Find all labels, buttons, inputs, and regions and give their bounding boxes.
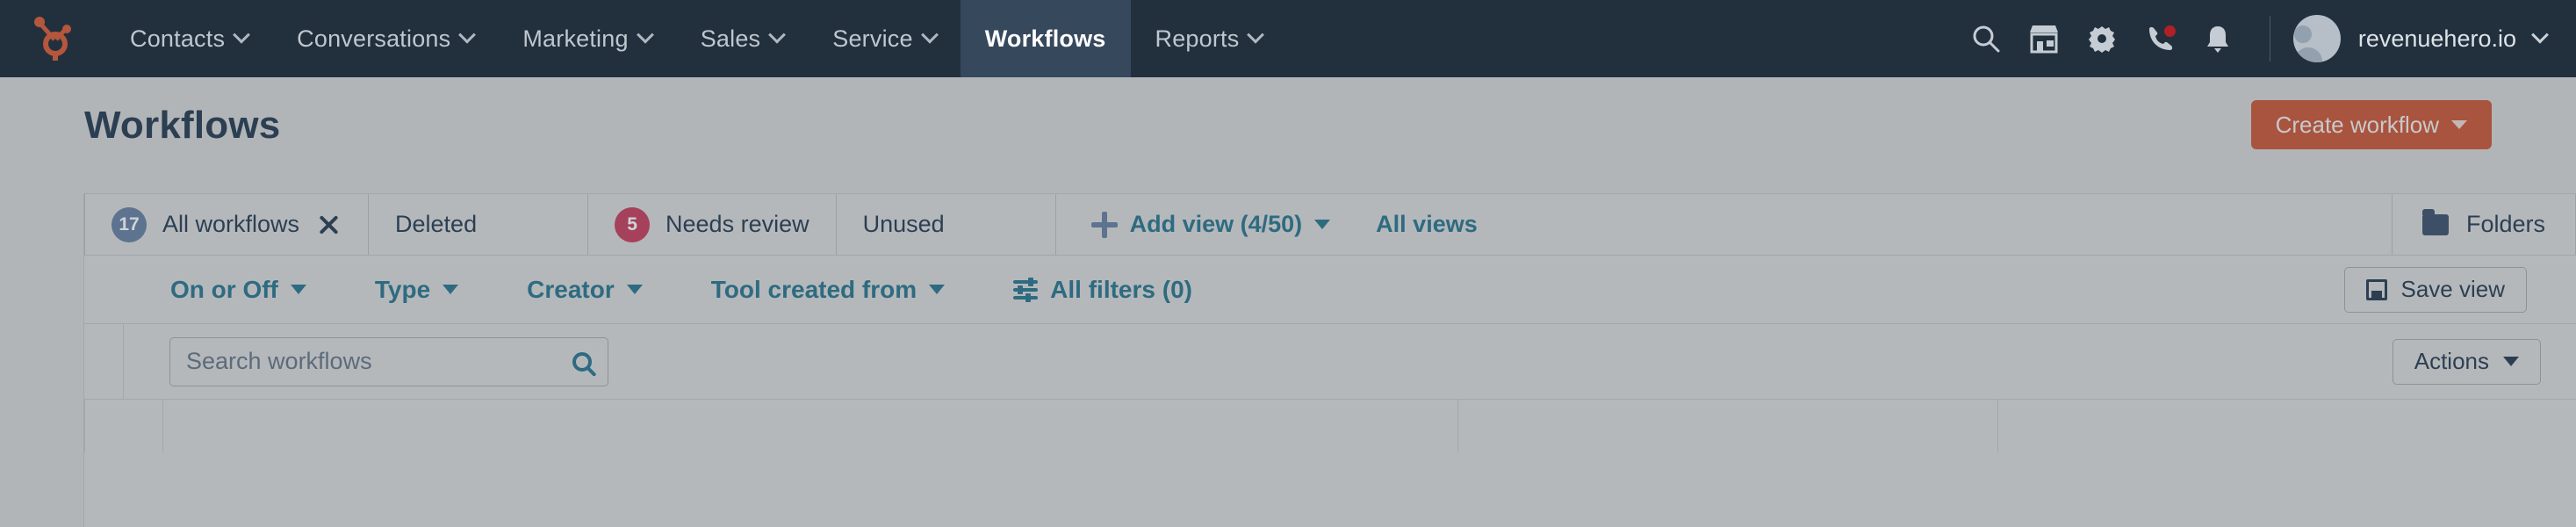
nav-item-contacts[interactable]: Contacts xyxy=(105,0,272,77)
view-tabs: 17 All workflows Deleted 5 Needs review … xyxy=(84,194,1056,255)
row-select-rail xyxy=(84,324,124,399)
marketplace-icon[interactable] xyxy=(2015,0,2073,77)
workflows-panel: 17 All workflows Deleted 5 Needs review … xyxy=(83,193,2576,527)
create-workflow-button[interactable]: Create workflow xyxy=(2250,100,2492,149)
hubspot-logo[interactable] xyxy=(0,0,105,77)
page-header: Workflows Create workflow xyxy=(0,77,2576,174)
tab-label: Needs review xyxy=(666,211,809,237)
all-filters-label: All filters (0) xyxy=(1050,275,1192,303)
search-input[interactable] xyxy=(186,348,572,375)
phone-notification-badge xyxy=(2162,24,2177,39)
chevron-down-icon xyxy=(768,25,787,44)
nav-item-service[interactable]: Service xyxy=(808,0,960,77)
actions-label: Actions xyxy=(2414,348,2489,374)
nav-utility-icons: revenuehero.io xyxy=(1957,0,2576,77)
caret-down-icon xyxy=(1314,220,1331,229)
phone-icon[interactable] xyxy=(2131,0,2189,77)
table-column-secondary xyxy=(1458,400,1998,452)
save-icon xyxy=(2365,278,2387,300)
add-view-button[interactable]: Add view (4/50) xyxy=(1090,211,1331,238)
workflows-table-header xyxy=(84,400,2576,452)
nav-item-workflows[interactable]: Workflows xyxy=(960,0,1131,77)
view-tab-needs-review[interactable]: 5 Needs review xyxy=(588,194,837,255)
nav-item-label: Conversations xyxy=(297,25,451,52)
nav-item-label: Service xyxy=(832,25,913,52)
settings-gear-icon[interactable] xyxy=(2073,0,2131,77)
account-name: revenuehero.io xyxy=(2357,25,2516,52)
page-body: Workflows Create workflow 17 All workflo… xyxy=(0,77,2576,527)
filter-label: On or Off xyxy=(170,275,278,303)
folders-button[interactable]: Folders xyxy=(2391,194,2576,255)
caret-down-icon xyxy=(443,285,459,294)
top-navigation-bar: Contacts Conversations Marketing Sales S… xyxy=(0,0,2576,77)
all-filters-button[interactable]: All filters (0) xyxy=(1013,276,1192,304)
add-view-label: Add view (4/50) xyxy=(1129,211,1303,237)
chevron-down-icon xyxy=(2531,25,2549,44)
chevron-down-icon xyxy=(920,25,939,44)
actions-button[interactable]: Actions xyxy=(2392,338,2541,385)
caret-down-icon xyxy=(929,285,946,294)
caret-down-icon xyxy=(626,285,643,294)
nav-item-sales[interactable]: Sales xyxy=(676,0,809,77)
nav-item-label: Marketing xyxy=(522,25,629,52)
filter-label: Creator xyxy=(527,275,615,303)
table-column-tertiary xyxy=(1998,400,2576,452)
nav-item-label: Contacts xyxy=(130,25,226,52)
search-container xyxy=(124,336,608,386)
plus-icon xyxy=(1090,211,1118,238)
view-tab-unused[interactable]: Unused xyxy=(837,194,1056,255)
nav-item-conversations[interactable]: Conversations xyxy=(272,0,498,77)
filter-creator[interactable]: Creator xyxy=(527,276,643,304)
chevron-down-icon xyxy=(1247,25,1265,44)
nav-item-label: Reports xyxy=(1155,25,1240,52)
save-view-button[interactable]: Save view xyxy=(2343,266,2527,313)
caret-down-icon xyxy=(2451,120,2467,129)
folder-icon xyxy=(2421,208,2449,235)
tab-label: Deleted xyxy=(395,211,478,237)
tab-count-badge: 5 xyxy=(615,206,651,242)
filter-bar: On or Off Type Creator Tool created from… xyxy=(84,256,2576,324)
filter-on-or-off[interactable]: On or Off xyxy=(170,276,306,304)
search-icon[interactable] xyxy=(1957,0,2015,77)
all-views-label: All views xyxy=(1376,211,1478,237)
table-column-name xyxy=(163,400,1458,452)
nav-item-marketing[interactable]: Marketing xyxy=(498,0,675,77)
tab-count-badge: 17 xyxy=(112,206,147,242)
all-views-link[interactable]: All views xyxy=(1376,211,1478,238)
page-title: Workflows xyxy=(84,104,281,147)
primary-nav-items: Contacts Conversations Marketing Sales S… xyxy=(105,0,1286,77)
views-actions: Add view (4/50) All views xyxy=(1056,194,1478,255)
account-menu[interactable]: revenuehero.io xyxy=(2292,15,2549,62)
tab-label: Unused xyxy=(862,211,945,237)
filter-tool-created-from[interactable]: Tool created from xyxy=(710,275,946,304)
search-icon[interactable] xyxy=(572,351,592,372)
chevron-down-icon xyxy=(233,25,251,44)
sliders-icon xyxy=(1013,277,1039,302)
filter-label: Type xyxy=(374,275,431,303)
view-tab-deleted[interactable]: Deleted xyxy=(369,194,589,255)
caret-down-icon xyxy=(290,285,306,294)
filter-type[interactable]: Type xyxy=(374,275,459,304)
caret-down-icon xyxy=(2503,357,2519,366)
tab-label: All workflows xyxy=(162,211,300,237)
notifications-bell-icon[interactable] xyxy=(2189,0,2247,77)
view-tab-all-workflows[interactable]: 17 All workflows xyxy=(84,194,370,255)
close-icon[interactable] xyxy=(315,212,342,238)
filter-label: Tool created from xyxy=(710,275,917,303)
search-box[interactable] xyxy=(169,336,608,386)
search-bar-row: Actions xyxy=(84,324,2576,400)
avatar xyxy=(2292,15,2341,62)
create-workflow-label: Create workflow xyxy=(2275,111,2439,138)
nav-item-reports[interactable]: Reports xyxy=(1131,0,1287,77)
chevron-down-icon xyxy=(458,25,477,44)
nav-item-label: Workflows xyxy=(984,25,1106,52)
table-column-checkbox xyxy=(84,400,163,452)
chevron-down-icon xyxy=(636,25,654,44)
folders-label: Folders xyxy=(2465,211,2545,237)
hubspot-sprocket-logo xyxy=(34,17,71,61)
nav-item-label: Sales xyxy=(700,25,761,52)
save-view-label: Save view xyxy=(2400,276,2506,302)
views-tab-bar: 17 All workflows Deleted 5 Needs review … xyxy=(84,194,2576,256)
